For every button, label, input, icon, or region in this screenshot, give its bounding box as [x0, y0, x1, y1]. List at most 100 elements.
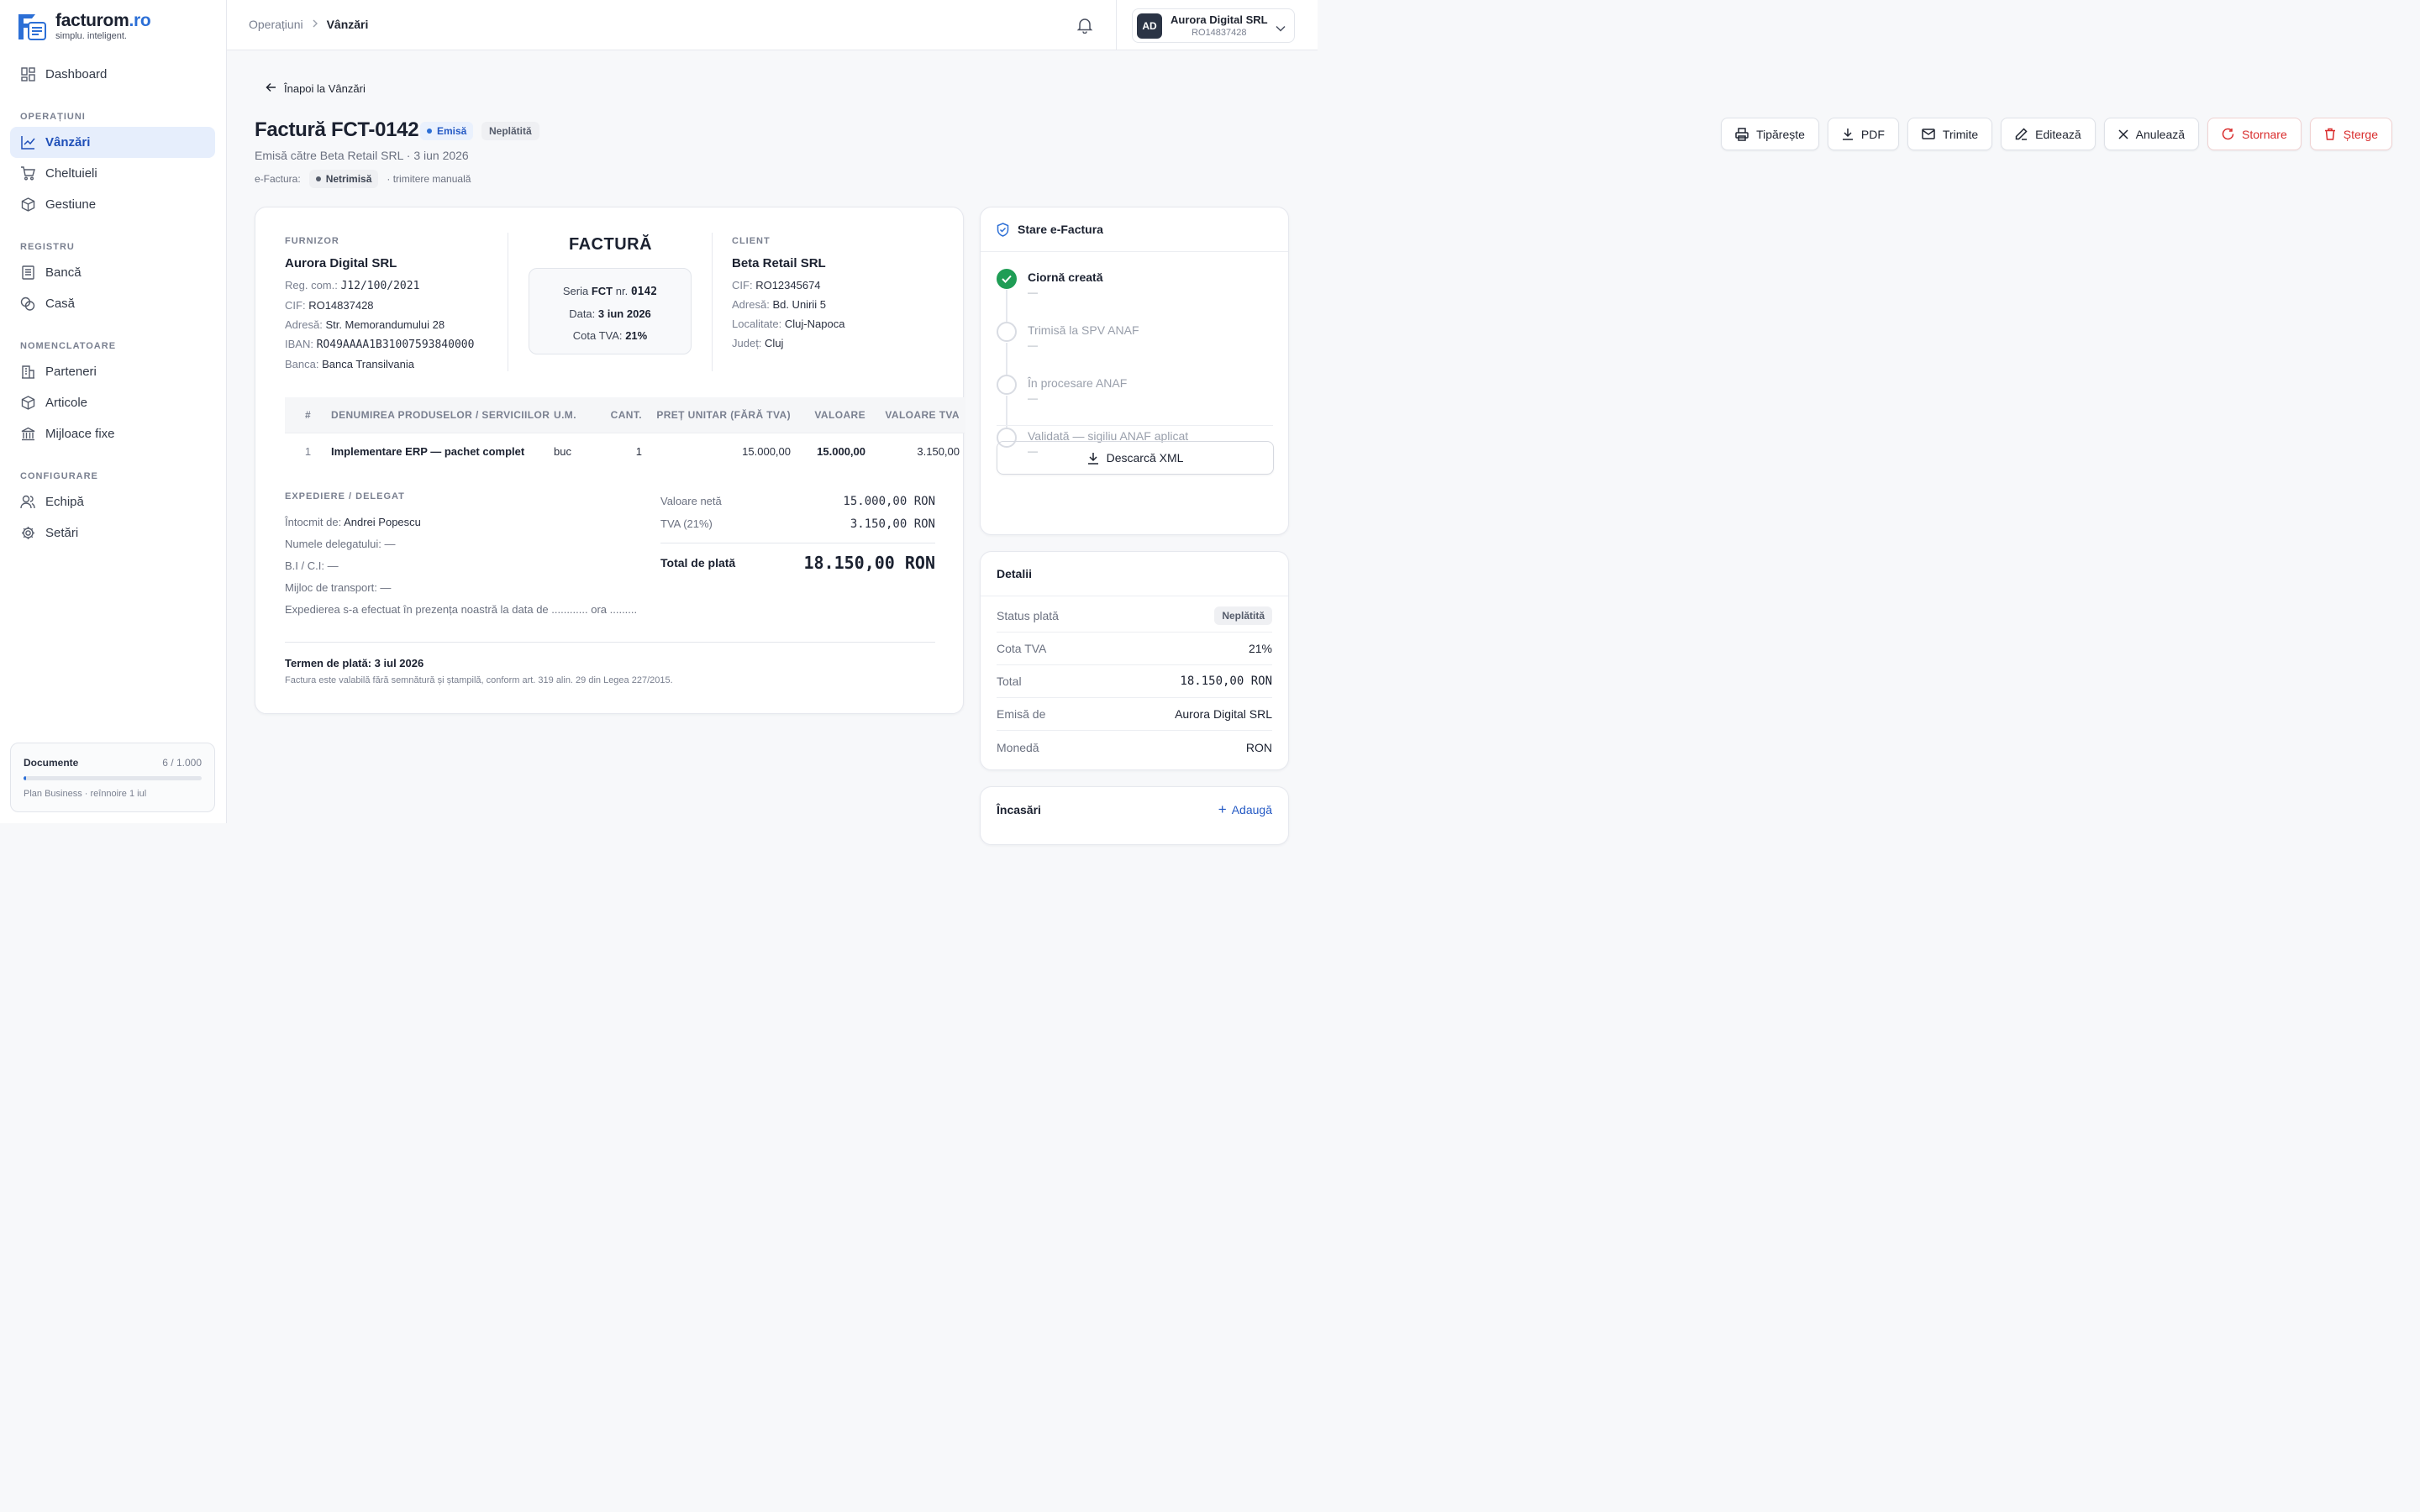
card-title: Stare e-Factura — [1018, 223, 1103, 236]
account-switcher[interactable]: AD Aurora Digital SRL RO14837428 — [1132, 8, 1295, 43]
plan-progress-fill — [24, 776, 26, 780]
box-icon — [20, 197, 35, 213]
send-button[interactable]: Trimite — [1907, 118, 1993, 150]
payment-terms: Termen de plată: 3 iul 2026 — [285, 657, 424, 669]
client-name: Beta Retail SRL — [732, 256, 826, 270]
breadcrumb-parent[interactable]: Operațiuni — [249, 18, 303, 31]
dashboard-icon — [20, 67, 35, 82]
sidebar-item-mijloace-fixe[interactable]: Mijloace fixe — [10, 418, 215, 449]
status-dot — [427, 129, 432, 134]
plan-label: Documente — [24, 757, 79, 769]
brand-logo[interactable]: facturom.ro simplu. inteligent. — [17, 12, 151, 42]
client-label: CLIENT — [732, 236, 771, 246]
close-icon — [2118, 129, 2128, 139]
download-icon — [1842, 128, 1854, 140]
logo-icon — [17, 13, 47, 41]
nav-section-configurare: CONFIGURARE — [20, 471, 98, 481]
avatar: AD — [1137, 13, 1162, 39]
cancel-button[interactable]: Anulează — [2103, 118, 2200, 150]
account-name: Aurora Digital SRL — [1171, 13, 1268, 26]
detail-row: Status plată Neplătită — [997, 600, 1272, 633]
table-cell: 15.000,00 — [742, 445, 791, 458]
reverse-button[interactable]: Stornare — [2207, 118, 2302, 150]
sidebar-item-label: Articole — [45, 396, 88, 410]
page-subtitle: Emisă către Beta Retail SRL · 3 iun 2026 — [255, 149, 469, 162]
back-link[interactable]: Înapoi la Vânzări — [266, 82, 366, 95]
supplier-name: Aurora Digital SRL — [285, 256, 397, 270]
plan-usage-card[interactable]: Documente 6 / 1.000 Plan Business · reîn… — [10, 743, 215, 812]
refresh-icon — [2222, 128, 2234, 140]
invoice-doc-title: FACTURĂ — [569, 235, 653, 254]
efactura-label: e-Factura: — [255, 173, 301, 185]
bell-icon[interactable] — [1076, 17, 1093, 34]
bank-icon — [20, 427, 35, 442]
payments-card: Încasări + Adaugă — [980, 786, 1289, 845]
step-detail: — — [1028, 392, 1038, 404]
breadcrumb-current: Vânzări — [326, 18, 369, 31]
vat-value-row: TVA (21%) 3.150,00 RON — [660, 517, 935, 531]
status-badge: Emisă — [420, 122, 474, 140]
table-row: 1 Implementare ERP — pachet complet buc … — [285, 433, 965, 470]
table-cell: Implementare ERP — pachet complet — [331, 445, 525, 458]
efactura-status-line: e-Factura: Netrimisă · trimitere manuală — [255, 170, 471, 188]
supplier-cif: CIF: RO14837428 — [285, 299, 374, 312]
sidebar-item-echipa[interactable]: Echipă — [10, 486, 215, 517]
legal-note: Factura este valabilă fără semnătură și … — [285, 675, 673, 685]
gear-icon — [20, 526, 35, 541]
shipping-block: EXPEDIERE / DELEGAT Întocmit de: Andrei … — [285, 491, 638, 621]
sidebar-item-label: Bancă — [45, 265, 82, 280]
client-county: Județ: Cluj — [732, 337, 784, 349]
step-detail: — — [1028, 339, 1038, 351]
sidebar-item-cheltuieli[interactable]: Cheltuieli — [10, 158, 215, 189]
sidebar-item-setari[interactable]: Setări — [10, 517, 215, 549]
sidebar-item-dashboard[interactable]: Dashboard — [10, 59, 215, 90]
print-button[interactable]: Tipărește — [1721, 118, 1819, 150]
table-cell: 1 — [635, 445, 642, 458]
download-icon — [1087, 452, 1099, 465]
shipping-label: EXPEDIERE / DELEGAT — [285, 491, 405, 501]
column-header: # — [304, 409, 312, 421]
empty-circle-icon — [997, 322, 1017, 342]
supplier-regcom: Reg. com.: J12/100/2021 — [285, 279, 420, 292]
efactura-status-card: Stare e-Factura Ciornă creată — Trimisă … — [980, 207, 1289, 535]
download-xml-button[interactable]: Descarcă XML — [997, 441, 1274, 475]
chevron-right-icon — [312, 18, 318, 30]
efactura-status-badge: Netrimisă — [308, 170, 379, 188]
table-cell: 15.000,00 — [817, 445, 865, 458]
sidebar-item-banca[interactable]: Bancă — [10, 257, 215, 288]
sidebar-item-vanzari[interactable]: Vânzări — [10, 127, 215, 158]
table-cell: 3.150,00 — [917, 445, 960, 458]
shield-icon — [997, 222, 1009, 237]
invoice-series: Seria FCT nr. 0142 — [562, 285, 658, 298]
shipping-note: Expedierea s-a efectuat în prezența noas… — [285, 603, 638, 616]
sidebar-item-articole[interactable]: Articole — [10, 387, 215, 418]
column-header: DENUMIREA PRODUSELOR / SERVICIILOR — [331, 409, 550, 421]
grand-total-row: Total de plată 18.150,00 RON — [660, 553, 935, 573]
delete-button[interactable]: Șterge — [2309, 118, 2392, 150]
edit-button[interactable]: Editează — [2001, 118, 2096, 150]
plus-icon: + — [1218, 801, 1227, 817]
mail-icon — [1922, 129, 1935, 139]
timeline-step: Trimisă la SPV ANAF — — [997, 322, 1288, 375]
column-header: PREȚ UNITAR (FĂRĂ TVA) — [656, 409, 791, 421]
invoice-meta-box: Seria FCT nr. 0142 Data: 3 iun 2026 Cota… — [529, 268, 692, 354]
invoice-vat-rate: Cota TVA: 21% — [572, 329, 648, 342]
trash-icon — [2324, 128, 2336, 140]
sidebar-item-label: Dashboard — [45, 67, 108, 81]
supplier-label: FURNIZOR — [285, 236, 339, 246]
divider — [285, 642, 935, 643]
arrow-left-icon — [266, 82, 276, 95]
chart-line-icon — [20, 135, 35, 150]
sidebar-item-gestiune[interactable]: Gestiune — [10, 189, 215, 220]
nav-section-operatiuni: OPERAȚIUNI — [20, 112, 86, 122]
sidebar-item-parteneri[interactable]: Parteneri — [10, 356, 215, 387]
add-payment-button[interactable]: + Adaugă — [1218, 801, 1272, 818]
sidebar-item-casa[interactable]: Casă — [10, 288, 215, 319]
transport-means: Mijloc de transport: — — [285, 581, 392, 594]
net-value-row: Valoare netă 15.000,00 RON — [660, 494, 935, 508]
card-header: Încasări + Adaugă — [981, 787, 1288, 832]
timeline-step: În procesare ANAF — — [997, 375, 1288, 428]
card-title: Detalii — [997, 567, 1033, 580]
pdf-button[interactable]: PDF — [1827, 118, 1899, 150]
detail-row: Total 18.150,00 RON — [997, 665, 1272, 698]
